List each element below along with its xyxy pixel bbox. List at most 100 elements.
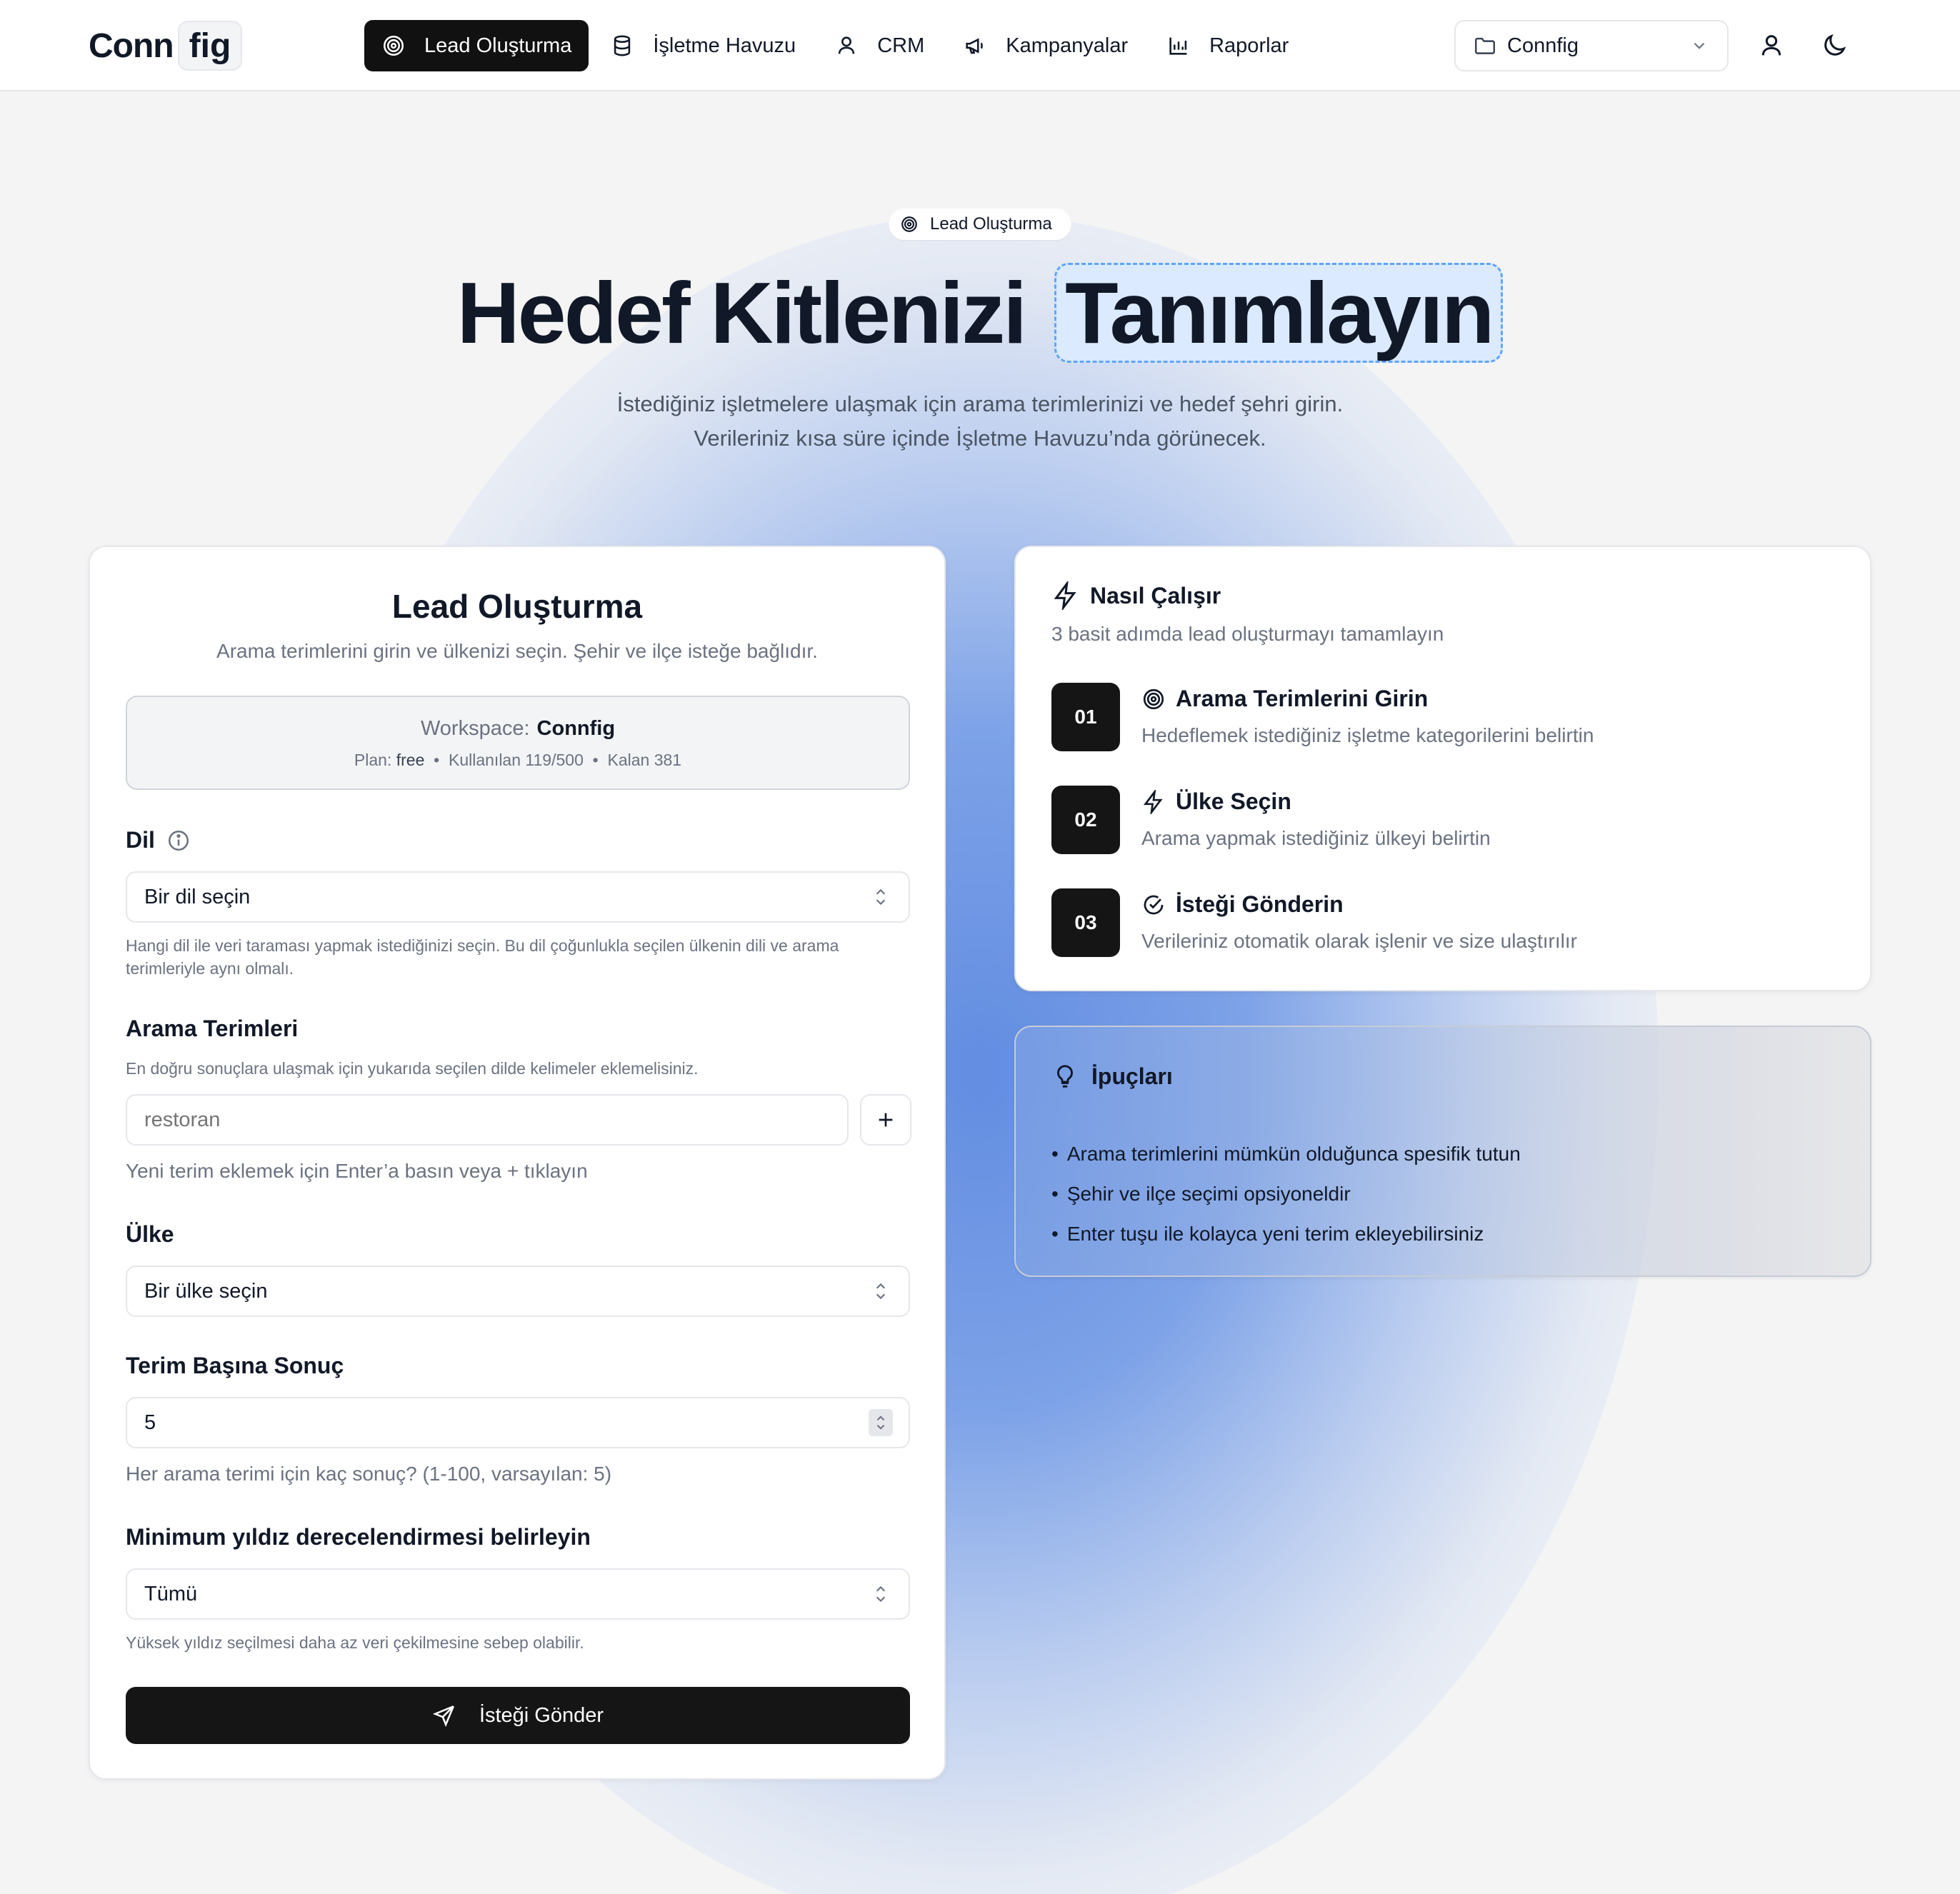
- step-item: 01 Arama Terimlerini Girin Hedeflemek is…: [1051, 683, 1837, 751]
- nav-item-label: Raporlar: [1209, 34, 1289, 57]
- bolt-icon: [1143, 789, 1163, 814]
- number-stepper[interactable]: [869, 1409, 893, 1436]
- workspace-label: Workspace:: [420, 717, 530, 740]
- search-term-input[interactable]: [126, 1094, 849, 1146]
- workspace-info: Workspace: Connfig Plan: free • Kullanıla…: [126, 696, 910, 790]
- rating-label: Minimum yıldız derecelendirmesi belirley…: [126, 1524, 591, 1550]
- tip-item: Enter tuşu ile kolayca yeni terim ekleye…: [1051, 1214, 1521, 1254]
- how-it-works-title-text: Nasıl Çalışır: [1090, 582, 1221, 608]
- results-help: Her arama terimi için kaç sonuç? (1-100,…: [126, 1463, 612, 1485]
- step-description: Verileriniz otomatik olarak işlenir ve s…: [1141, 930, 1577, 952]
- submit-request-button[interactable]: İsteği Gönder: [126, 1687, 910, 1744]
- how-it-works-subtitle: 3 basit adımda lead oluşturmayı tamamlay…: [1051, 623, 1444, 645]
- nav-item-label: CRM: [877, 34, 925, 57]
- lead-form-card: Lead Oluşturma Arama terimlerini girin v…: [89, 546, 946, 1780]
- country-select-value: Bir ülke seçin: [144, 1279, 268, 1303]
- terms-help-top: En doğru sonuçlara ulaşmak için yukarıda…: [126, 1059, 699, 1078]
- chevron-up-down-icon: [876, 1283, 886, 1300]
- page-title: Hedef Kitlenizi Tanımlayın: [0, 263, 1960, 363]
- tips-list: Arama terimlerini mümkün olduğunca spesi…: [1051, 1134, 1521, 1254]
- rating-select[interactable]: Tümü: [126, 1568, 910, 1620]
- step-title-text: Ülke Seçin: [1176, 788, 1291, 814]
- step-description: Arama yapmak istediğiniz ülkeyi belirtin: [1141, 827, 1491, 849]
- check-circle-icon: [1144, 895, 1164, 914]
- target-icon: [383, 35, 404, 56]
- how-it-works-title: Nasıl Çalışır: [1051, 581, 1221, 610]
- nav-isletme-havuzu[interactable]: İşletme Havuzu: [593, 20, 813, 71]
- logo[interactable]: Conn fig: [89, 20, 243, 71]
- step-title: Arama Terimlerini Girin: [1141, 686, 1428, 712]
- rating-help: Yüksek yıldız seçilmesi daha az veri çek…: [126, 1633, 584, 1652]
- page-title-highlight: Tanımlayın: [1054, 263, 1504, 363]
- user-icon: [838, 36, 855, 54]
- logo-text-left: Conn: [89, 26, 174, 65]
- logo-text-right: fig: [177, 21, 243, 71]
- language-help: Hangi dil ile veri taraması yapmak isted…: [126, 936, 839, 978]
- user-profile-icon[interactable]: [1757, 31, 1786, 60]
- nav-crm[interactable]: CRM: [817, 20, 941, 71]
- hero-badge: Lead Oluşturma: [889, 209, 1071, 240]
- add-term-button[interactable]: [860, 1094, 911, 1146]
- chevron-up-down-icon: [876, 1416, 885, 1430]
- language-select-value: Bir dil seçin: [144, 885, 251, 908]
- step-title: İsteği Gönderin: [1141, 891, 1344, 918]
- lightbulb-icon: [1057, 1065, 1073, 1088]
- language-label-text: Dil: [126, 827, 155, 853]
- main-nav: Lead Oluşturma İşletme Havuzu CRM Kampan…: [364, 20, 1310, 71]
- nav-item-label: İşletme Havuzu: [653, 34, 796, 57]
- top-navbar: Conn fig Lead Oluşturma İşletme Havuzu C…: [0, 0, 1960, 91]
- workspace-name: Connfig: [536, 717, 616, 740]
- language-select[interactable]: Bir dil seçin: [126, 871, 910, 923]
- results-per-term-input[interactable]: 5: [126, 1397, 910, 1448]
- nav-raporlar[interactable]: Raporlar: [1149, 20, 1306, 71]
- terms-help-bottom: Yeni terim eklemek için Enter’a basın ve…: [126, 1160, 588, 1182]
- results-per-term-value: 5: [144, 1411, 156, 1434]
- bar-chart-icon: [1169, 37, 1187, 55]
- nav-lead-olusturma[interactable]: Lead Oluşturma: [364, 20, 589, 71]
- results-label: Terim Başına Sonuç: [126, 1353, 344, 1378]
- step-number: 03: [1051, 888, 1120, 957]
- target-icon: [901, 216, 917, 232]
- info-icon[interactable]: [166, 828, 191, 853]
- tips-title-text: İpuçları: [1091, 1063, 1173, 1089]
- send-icon: [432, 1705, 454, 1728]
- nav-item-label: Lead Oluşturma: [424, 34, 572, 57]
- page-subtitle-line-1: İstediğiniz işletmelere ulaşmak için ara…: [616, 391, 1344, 416]
- step-number: 01: [1051, 683, 1120, 751]
- form-title: Lead Oluşturma: [391, 588, 643, 625]
- step-number: 02: [1051, 786, 1120, 854]
- bolt-icon: [1054, 581, 1076, 610]
- step-description: Hedeflemek istediğiniz işletme kategoril…: [1141, 724, 1594, 746]
- form-subtitle: Arama terimlerini girin ve ülkenizi seçi…: [216, 640, 818, 662]
- step-title-text: İsteği Gönderin: [1176, 891, 1344, 917]
- tip-item: Şehir ve ilçe seçimi opsiyoneldir: [1051, 1174, 1521, 1214]
- page-title-main: Hedef Kitlenizi: [456, 264, 1028, 361]
- moon-icon[interactable]: [1820, 31, 1849, 60]
- step-title: Ülke Seçin: [1141, 788, 1291, 815]
- tips-title: İpuçları: [1051, 1063, 1173, 1090]
- remaining-value: 381: [654, 751, 682, 769]
- megaphone-icon: [966, 38, 984, 54]
- step-item: 02 Ülke Seçin Arama yapmak istediğiniz ü…: [1051, 786, 1837, 854]
- chevron-up-down-icon: [876, 1585, 886, 1603]
- nav-item-label: Kampanyalar: [1006, 34, 1129, 57]
- page-subtitle: İstediğiniz işletmelere ulaşmak için ara…: [0, 387, 1960, 456]
- chevron-down-icon: [1694, 42, 1705, 49]
- plan-label: Plan:: [354, 751, 392, 769]
- step-item: 03 İsteği Gönderin Verileriniz otomatik …: [1051, 888, 1837, 957]
- target-icon: [1143, 688, 1164, 709]
- nav-kampanyalar[interactable]: Kampanyalar: [946, 20, 1145, 71]
- step-title-text: Arama Terimlerini Girin: [1176, 686, 1429, 711]
- plan-value: free: [396, 751, 425, 769]
- hero-badge-label: Lead Oluşturma: [930, 214, 1052, 234]
- tip-item: Arama terimlerini mümkün olduğunca spesi…: [1051, 1134, 1521, 1174]
- country-select[interactable]: Bir ülke seçin: [126, 1266, 910, 1317]
- workspace-select[interactable]: Connfig: [1454, 20, 1729, 71]
- rating-select-value: Tümü: [144, 1582, 198, 1605]
- workspace-select-value: Connfig: [1507, 34, 1579, 57]
- plus-icon: [879, 1113, 893, 1127]
- tips-card: İpuçları Arama terimlerini mümkün olduğu…: [1014, 1026, 1871, 1277]
- database-icon: [614, 35, 631, 56]
- chevron-up-down-icon: [876, 888, 886, 906]
- submit-request-label: İsteği Gönder: [479, 1703, 604, 1727]
